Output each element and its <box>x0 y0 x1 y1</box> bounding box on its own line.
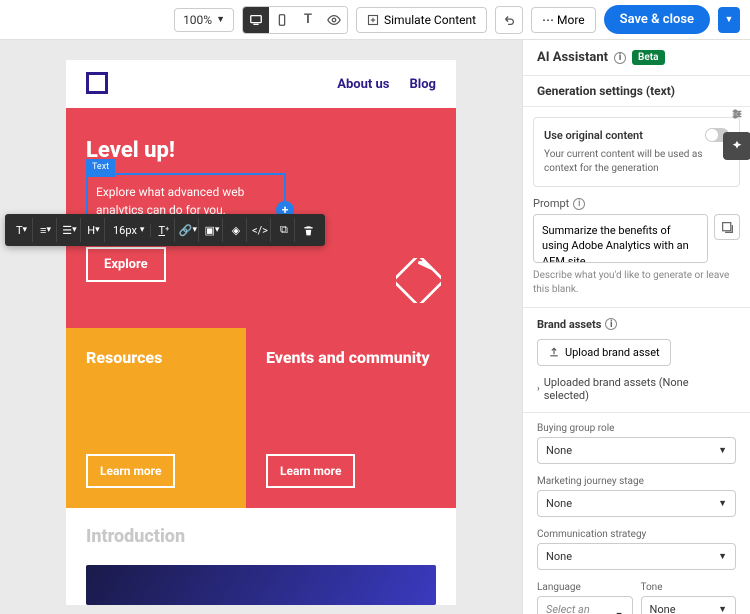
prompt-label: Prompt i <box>533 197 740 210</box>
brand-assets-section: Brand assets i Upload brand asset › Uplo… <box>523 307 750 412</box>
upload-label: Upload brand asset <box>565 346 660 359</box>
simulate-icon <box>367 14 379 26</box>
chevron-down-icon: ▼ <box>718 498 727 509</box>
undo-button[interactable] <box>495 6 523 34</box>
font-size-select[interactable]: 16px ▾ <box>107 224 151 237</box>
resources-column: Resources Learn more <box>66 328 246 508</box>
orig-content-sub: Your current content will be used as con… <box>544 148 729 176</box>
duplicate-button[interactable]: ⧉ <box>273 218 295 242</box>
chevron-down-icon: ▼ <box>718 604 727 614</box>
nav-about[interactable]: About us <box>337 77 389 92</box>
ai-assistant-panel: AI Assistant i Beta Generation settings … <box>522 40 750 614</box>
orig-content-title: Use original content <box>544 129 643 142</box>
lang-tone-row: Language Select an opti…▼ Tone None▼ <box>523 576 750 614</box>
strategy-select[interactable]: None▼ <box>537 543 736 570</box>
resources-title: Resources <box>86 348 226 369</box>
original-content-card: Use original content Your current conten… <box>533 117 740 187</box>
columns-section: Resources Learn more Events and communit… <box>66 328 456 508</box>
logo <box>86 72 108 94</box>
info-icon[interactable]: i <box>614 52 626 64</box>
text-color-button[interactable]: T⁺ <box>153 218 175 242</box>
chevron-down-icon: ▼ <box>718 551 727 562</box>
language-label: Language <box>537 582 633 593</box>
selection-label: Text <box>86 159 115 177</box>
page-preview: About us Blog Level up! Text Explore wha… <box>66 60 456 605</box>
chevron-down-icon: ▼ <box>725 14 734 25</box>
simulate-label: Simulate Content <box>384 13 476 27</box>
strategy-label: Communication strategy <box>537 529 736 540</box>
link-button[interactable]: 🔗▾ <box>177 218 199 242</box>
zoom-select[interactable]: 100% ▼ <box>174 8 234 32</box>
personalization-button[interactable]: ◈ <box>225 218 247 242</box>
tone-select[interactable]: None▼ <box>641 596 737 614</box>
uploaded-assets-row[interactable]: › Uploaded brand assets (None selected) <box>537 376 736 402</box>
events-column: Events and community Learn more <box>246 328 456 508</box>
code-button[interactable]: </> <box>249 218 271 242</box>
chevron-down-icon: ▼ <box>615 610 624 614</box>
main-area: T ▾ ≡ ▾ ☰ ▾ H ▾ 16px ▾ T⁺ 🔗▾ ▣▾ ◈ </> ⧉ … <box>0 40 750 614</box>
mobile-view-button[interactable] <box>269 7 295 33</box>
hero-title: Level up! <box>86 138 436 163</box>
language-select[interactable]: Select an opti…▼ <box>537 596 633 614</box>
chevron-down-icon: ▼ <box>216 14 225 25</box>
simulate-content-button[interactable]: Simulate Content <box>356 7 487 33</box>
panel-side-tabs <box>723 100 750 160</box>
panel-header: AI Assistant i Beta <box>523 40 750 76</box>
info-icon[interactable]: i <box>573 198 585 210</box>
journey-field: Marketing journey stage None▼ <box>523 470 750 523</box>
upload-icon <box>548 346 560 358</box>
preview-button[interactable] <box>321 7 347 33</box>
text-view-button[interactable]: T <box>295 7 321 33</box>
page-header: About us Blog <box>66 60 456 108</box>
chevron-right-icon: › <box>537 384 540 394</box>
desktop-view-button[interactable] <box>243 7 269 33</box>
zoom-value: 100% <box>183 13 212 27</box>
beta-badge: Beta <box>632 50 664 65</box>
decorative-shape-icon <box>396 258 441 303</box>
text-edit-toolbar: T ▾ ≡ ▾ ☰ ▾ H ▾ 16px ▾ T⁺ 🔗▾ ▣▾ ◈ </> ⧉ <box>5 214 325 246</box>
explore-button[interactable]: Explore <box>86 247 166 282</box>
resources-cta[interactable]: Learn more <box>86 454 175 488</box>
align-button[interactable]: ≡ ▾ <box>35 218 57 242</box>
text-format-button[interactable]: T ▾ <box>11 218 33 242</box>
panel-title: AI Assistant <box>537 50 608 65</box>
canvas: T ▾ ≡ ▾ ☰ ▾ H ▾ 16px ▾ T⁺ 🔗▾ ▣▾ ◈ </> ⧉ … <box>0 40 522 614</box>
journey-label: Marketing journey stage <box>537 476 736 487</box>
heading-button[interactable]: H ▾ <box>83 218 105 242</box>
prompt-library-button[interactable] <box>714 214 740 240</box>
buying-role-field: Buying group role None▼ <box>523 412 750 470</box>
viewport-group: T <box>242 6 348 34</box>
nav-blog[interactable]: Blog <box>409 77 436 92</box>
tone-label: Tone <box>641 582 737 593</box>
prompt-input[interactable] <box>533 214 708 263</box>
intro-heading: Introduction <box>66 508 456 565</box>
prompt-desc: Describe what you'd like to generate or … <box>533 269 740 297</box>
hero-text-content: Explore what advanced web analytics can … <box>96 185 244 217</box>
journey-select[interactable]: None▼ <box>537 490 736 517</box>
image-button[interactable]: ▣▾ <box>201 218 223 242</box>
save-dropdown-button[interactable]: ▼ <box>718 7 740 33</box>
more-label: More <box>557 13 585 27</box>
ai-tab[interactable] <box>723 132 750 160</box>
save-close-button[interactable]: Save & close <box>604 5 710 34</box>
strategy-field: Communication strategy None▼ <box>523 523 750 576</box>
brand-assets-title: Brand assets i <box>537 318 736 331</box>
info-icon[interactable]: i <box>605 318 617 330</box>
list-button[interactable]: ☰ ▾ <box>59 218 81 242</box>
events-title: Events and community <box>266 348 436 369</box>
buying-role-select[interactable]: None▼ <box>537 437 736 464</box>
top-toolbar: 100% ▼ T Simulate Content ⋯ More Save & … <box>0 0 750 40</box>
chevron-down-icon: ▼ <box>718 445 727 456</box>
upload-brand-asset-button[interactable]: Upload brand asset <box>537 339 671 366</box>
events-cta[interactable]: Learn more <box>266 454 355 488</box>
prompt-section: Prompt i Describe what you'd like to gen… <box>523 197 750 307</box>
intro-image <box>86 565 436 605</box>
more-button[interactable]: ⋯ More <box>531 7 596 33</box>
assets-text: Uploaded brand assets (None selected) <box>544 376 736 402</box>
delete-button[interactable] <box>297 218 319 242</box>
gen-settings-header: Generation settings (text) <box>523 76 750 107</box>
buying-role-label: Buying group role <box>537 423 736 434</box>
settings-tab[interactable] <box>723 100 750 128</box>
